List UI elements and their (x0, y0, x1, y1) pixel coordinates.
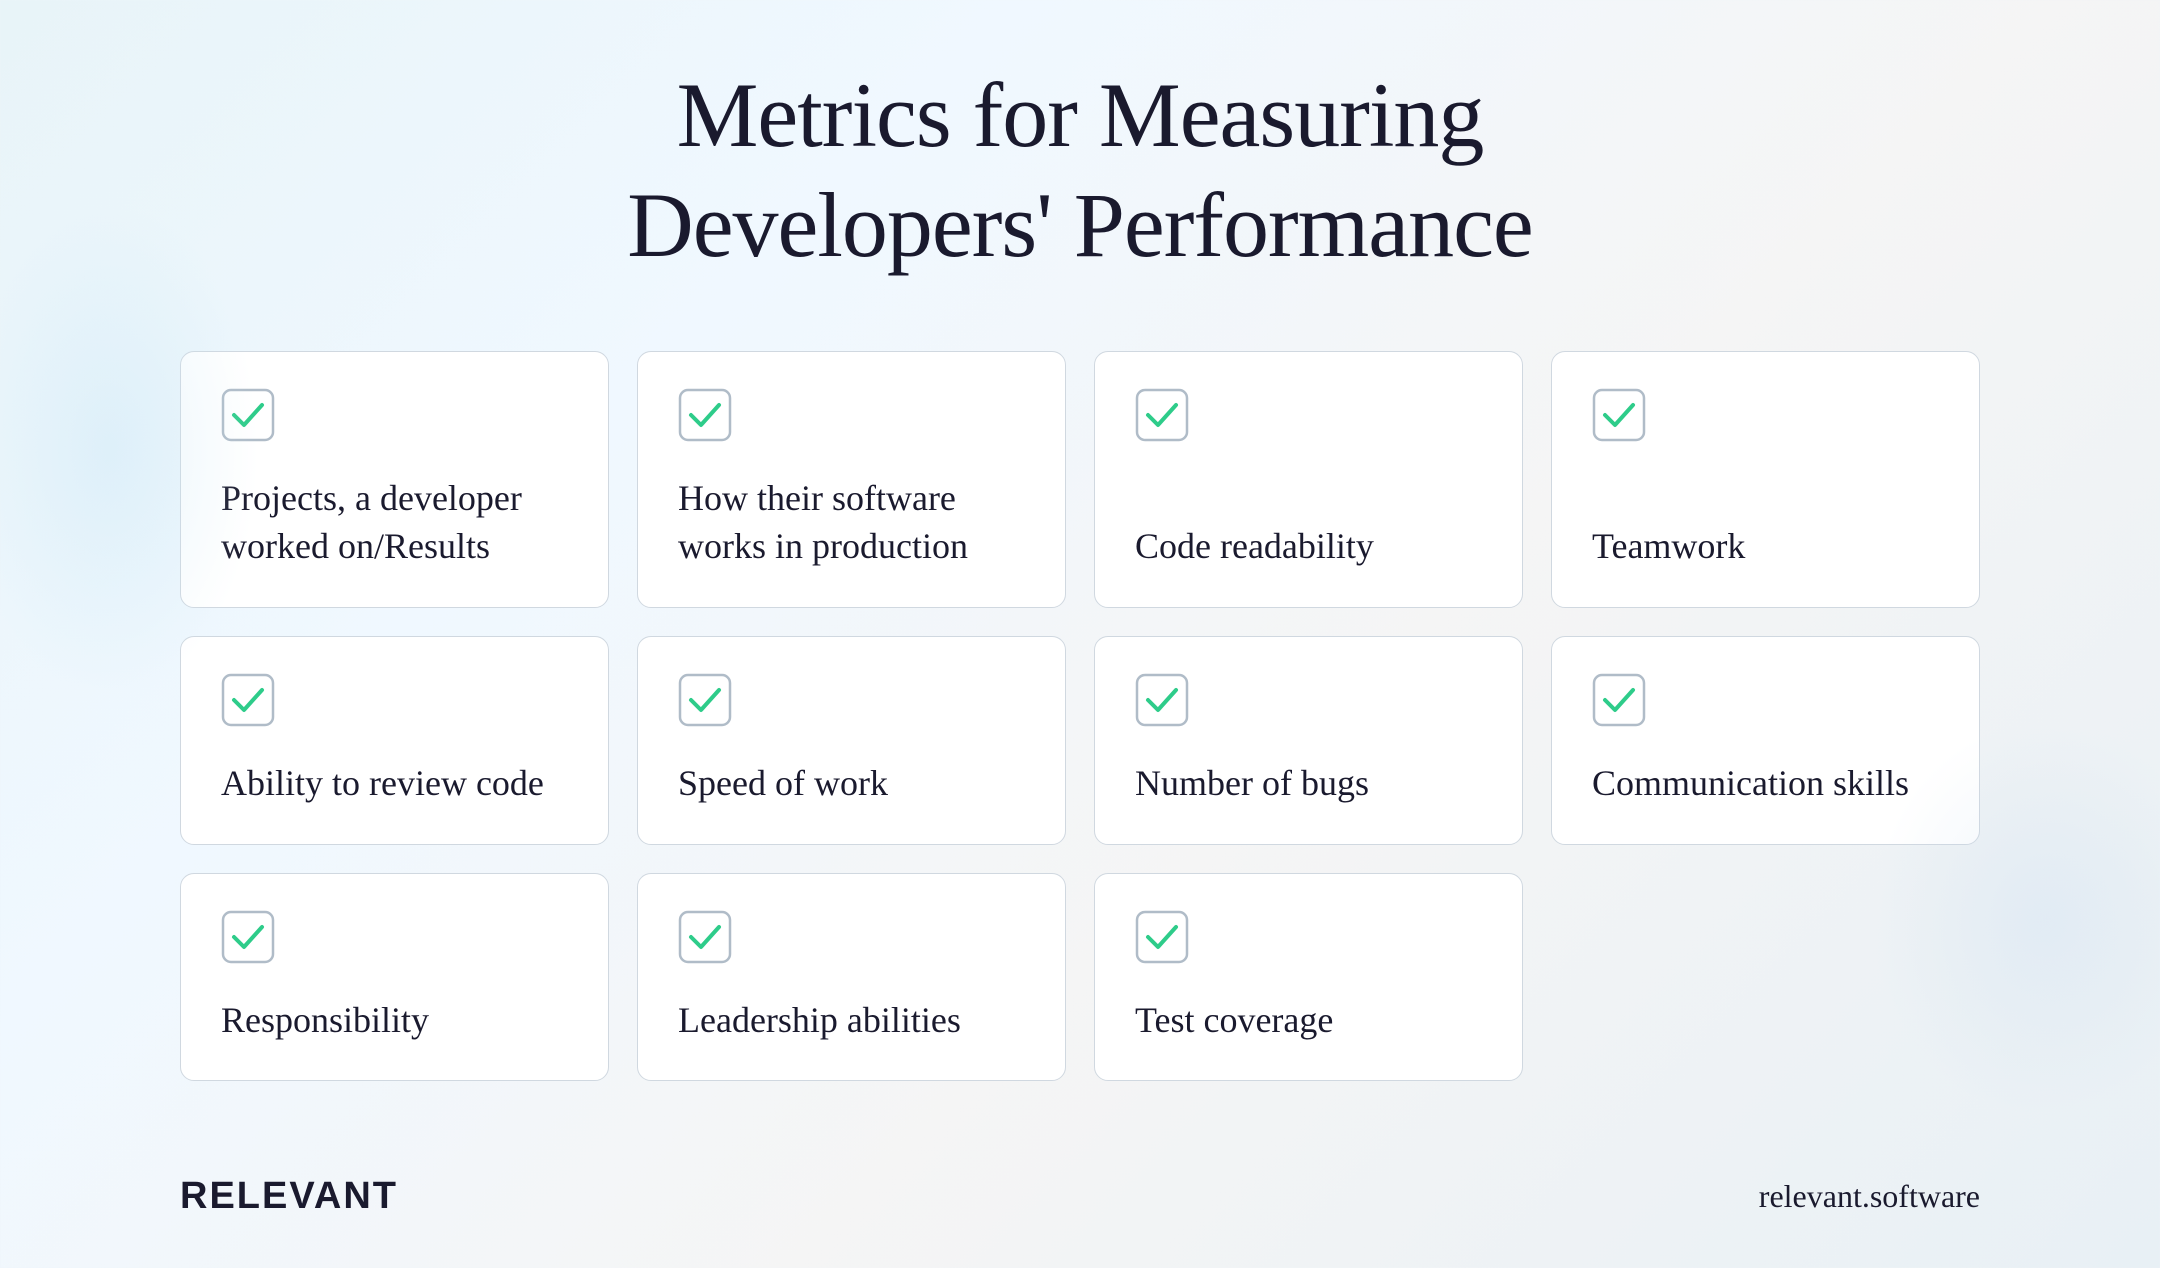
footer: RELEVANT relevant.software (180, 1175, 1980, 1218)
checkbox-icon-test-coverage (1135, 910, 1189, 964)
card-test-coverage: Test coverage (1094, 873, 1523, 1082)
card-speed-of-work: Speed of work (637, 636, 1066, 845)
card-label-ability-review: Ability to review code (221, 759, 568, 808)
checkbox-icon-responsibility (221, 910, 275, 964)
card-number-of-bugs: Number of bugs (1094, 636, 1523, 845)
checkbox-icon-speed (678, 673, 732, 727)
card-label-projects: Projects, a developer worked on/Results (221, 474, 568, 571)
card-communication-skills: Communication skills (1551, 636, 1980, 845)
card-projects-results: Projects, a developer worked on/Results (180, 351, 609, 608)
card-responsibility: Responsibility (180, 873, 609, 1082)
card-teamwork: Teamwork (1551, 351, 1980, 608)
checkbox-icon-communication (1592, 673, 1646, 727)
card-software-production: How their software works in production (637, 351, 1066, 608)
card-code-readability: Code readability (1094, 351, 1523, 608)
card-label-test-coverage: Test coverage (1135, 996, 1482, 1045)
card-leadership-abilities: Leadership abilities (637, 873, 1066, 1082)
card-ability-review-code: Ability to review code (180, 636, 609, 845)
card-label-communication: Communication skills (1592, 759, 1939, 808)
card-label-speed: Speed of work (678, 759, 1025, 808)
card-label-leadership: Leadership abilities (678, 996, 1025, 1045)
card-label-teamwork: Teamwork (1592, 522, 1939, 571)
card-label-software: How their software works in production (678, 474, 1025, 571)
checkbox-icon-leadership (678, 910, 732, 964)
checkbox-icon-code-readability (1135, 388, 1189, 442)
card-empty (1551, 873, 1980, 1082)
page-title: Metrics for Measuring Developers' Perfor… (627, 60, 1533, 281)
checkbox-icon-projects (221, 388, 275, 442)
card-label-code-readability: Code readability (1135, 522, 1482, 571)
card-label-bugs: Number of bugs (1135, 759, 1482, 808)
checkbox-icon-ability-review (221, 673, 275, 727)
checkbox-icon-bugs (1135, 673, 1189, 727)
checkbox-icon-software (678, 388, 732, 442)
page-container: Metrics for Measuring Developers' Perfor… (0, 0, 2160, 1268)
card-label-responsibility: Responsibility (221, 996, 568, 1045)
brand-logo: RELEVANT (180, 1175, 398, 1218)
website-url: relevant.software (1759, 1178, 1980, 1215)
metrics-grid: Projects, a developer worked on/Results … (180, 351, 1980, 1081)
checkbox-icon-teamwork (1592, 388, 1646, 442)
